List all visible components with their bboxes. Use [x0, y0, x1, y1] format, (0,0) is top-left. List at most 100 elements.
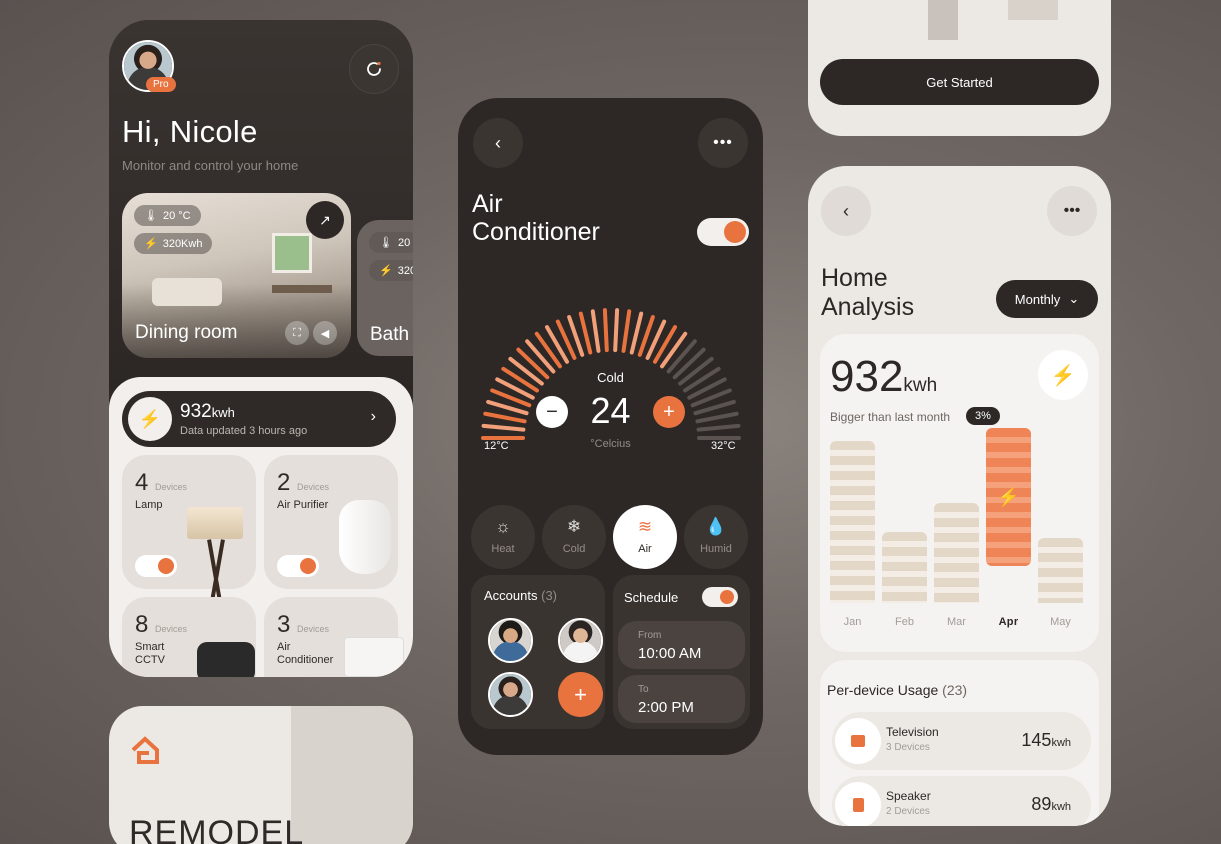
device-card-lamp[interactable]: 4 Devices Lamp: [122, 455, 256, 619]
bolt-icon: ⚡: [997, 487, 1020, 507]
more-icon: •••: [713, 134, 733, 151]
open-room-button[interactable]: ↗: [306, 201, 344, 239]
room-card-bath[interactable]: 🌡20 ⚡320 Bath: [357, 220, 413, 356]
device-card-cctv[interactable]: 8 Devices Smart CCTV: [122, 597, 256, 677]
account-avatar[interactable]: [488, 618, 533, 663]
device-card-air-purifier[interactable]: 2 Devices Air Purifier: [264, 455, 398, 589]
schedule-toggle[interactable]: [702, 587, 738, 607]
onboarding-screen: Get Started: [808, 0, 1111, 136]
back-button[interactable]: ‹: [821, 186, 871, 236]
device-name: Smart CCTV: [135, 641, 165, 666]
add-account-button[interactable]: +: [558, 672, 603, 717]
schedule-from[interactable]: From 10:00 AM: [618, 621, 745, 669]
schedule-title: Schedule: [624, 590, 679, 605]
room-name: Dining room: [135, 322, 238, 343]
device-count-label: Devices: [155, 624, 188, 634]
purifier-toggle[interactable]: [277, 555, 319, 577]
wind-icon: ≋: [637, 517, 653, 536]
room-card-dining[interactable]: 🌡 20 °C ⚡ 320Kwh ↗ Dining room ⛶ ◀: [122, 193, 351, 358]
gauge-tick: [525, 339, 556, 374]
change-badge: 3%: [966, 407, 1000, 425]
usage-value: 932: [830, 352, 904, 401]
page-title: Air Conditioner: [472, 190, 600, 246]
more-button[interactable]: •••: [698, 118, 748, 168]
device-count: 4: [135, 469, 149, 496]
speaker-icon[interactable]: ◀: [313, 321, 337, 345]
chevron-left-icon: ‹: [843, 200, 849, 221]
device-count-label: Devices: [297, 482, 330, 492]
gauge-tick: [613, 308, 620, 353]
home-screen: Pro Hi, Nicole Monitor and control your …: [109, 20, 413, 677]
accounts-title: Accounts: [484, 588, 538, 603]
bar-label: Feb: [895, 616, 914, 628]
thermometer-icon: 🌡: [379, 237, 393, 249]
power-toggle[interactable]: [697, 218, 749, 246]
device-name: Air Conditioner: [277, 641, 334, 666]
cctv-image: [197, 642, 255, 677]
device-name: Air Purifier: [277, 499, 329, 511]
period-select[interactable]: Monthly ⌄: [996, 280, 1098, 318]
mode-humid[interactable]: 💧 Humid: [684, 505, 748, 569]
plus-icon: +: [663, 400, 675, 423]
increase-button[interactable]: +: [653, 396, 685, 428]
device-name: Lamp: [135, 499, 163, 511]
bar-jan[interactable]: [830, 441, 875, 603]
device-count-label: Devices: [155, 482, 188, 492]
speaker-icon: [835, 782, 881, 826]
gauge-tick: [602, 308, 609, 353]
refresh-icon: [367, 61, 381, 76]
mode-cold[interactable]: ❄ Cold: [542, 505, 606, 569]
lamp-toggle[interactable]: [135, 555, 177, 577]
expand-icon[interactable]: ⛶: [285, 321, 309, 345]
gauge-tick: [590, 309, 601, 353]
chevron-left-icon: ‹: [495, 132, 501, 153]
more-button[interactable]: •••: [1047, 186, 1097, 236]
chevron-right-icon[interactable]: ›: [371, 408, 376, 426]
gauge-tick: [534, 331, 562, 369]
analysis-screen: ‹ ••• Home Analysis Monthly ⌄ 932kwh Bigge…: [808, 166, 1111, 826]
bar-feb[interactable]: [882, 532, 927, 603]
arrow-up-right-icon: ↗: [319, 211, 331, 228]
device-count-label: Devices: [297, 624, 330, 634]
chevron-down-icon: ⌄: [1068, 291, 1080, 306]
refresh-button[interactable]: [349, 44, 399, 94]
air-conditioner-image: [344, 637, 404, 677]
per-device-count: (23): [942, 682, 968, 698]
schedule-to[interactable]: To 2:00 PM: [618, 675, 745, 723]
greeting: Hi, Nicole: [122, 114, 258, 149]
bar-apr[interactable]: ⚡: [986, 428, 1031, 566]
home-header: Pro Hi, Nicole Monitor and control your …: [109, 20, 413, 390]
energy-value: 932: [180, 401, 212, 422]
bar-label: Apr: [998, 616, 1019, 628]
gauge-tick: [629, 311, 644, 355]
gauge-tick: [666, 339, 697, 374]
sun-icon: ☼: [495, 517, 511, 536]
account-avatar[interactable]: [488, 672, 533, 717]
usage-unit: kwh: [903, 375, 938, 396]
get-started-button[interactable]: Get Started: [820, 59, 1099, 105]
device-card-air-conditioner[interactable]: 3 Devices Air Conditioner: [264, 597, 404, 677]
min-temp: 12°C: [484, 440, 509, 452]
decrease-button[interactable]: −: [536, 396, 568, 428]
minus-icon: −: [546, 400, 558, 423]
device-row-television[interactable]: Television 3 Devices 145kwh: [832, 712, 1091, 770]
device-row-speaker[interactable]: Speaker 2 Devices 89kwh: [832, 776, 1091, 826]
room-name: Bath: [370, 324, 410, 345]
greeting-subtitle: Monitor and control your home: [122, 158, 299, 173]
mode-label: Cold: [597, 370, 624, 385]
bar-mar[interactable]: [934, 503, 979, 603]
back-button[interactable]: ‹: [473, 118, 523, 168]
energy-summary[interactable]: ⚡ 932kwh Data updated 3 hours ago ›: [122, 391, 396, 447]
ac-screen: ‹ ••• Air Conditioner Cold 24 °Celcius 12…: [458, 98, 763, 755]
bar-label: May: [1050, 616, 1071, 628]
pro-badge: Pro: [146, 77, 176, 92]
device-count: 8: [135, 611, 149, 638]
drop-icon: 💧: [705, 517, 727, 536]
mode-heat[interactable]: ☼ Heat: [471, 505, 535, 569]
accounts-count: (3): [541, 588, 557, 603]
bar-may[interactable]: [1038, 538, 1083, 603]
room-temp-chip: 🌡 20: [369, 232, 413, 253]
account-avatar[interactable]: [558, 618, 603, 663]
mode-air[interactable]: ≋ Air: [613, 505, 677, 569]
remodel-heading: REMODEL: [129, 814, 305, 844]
